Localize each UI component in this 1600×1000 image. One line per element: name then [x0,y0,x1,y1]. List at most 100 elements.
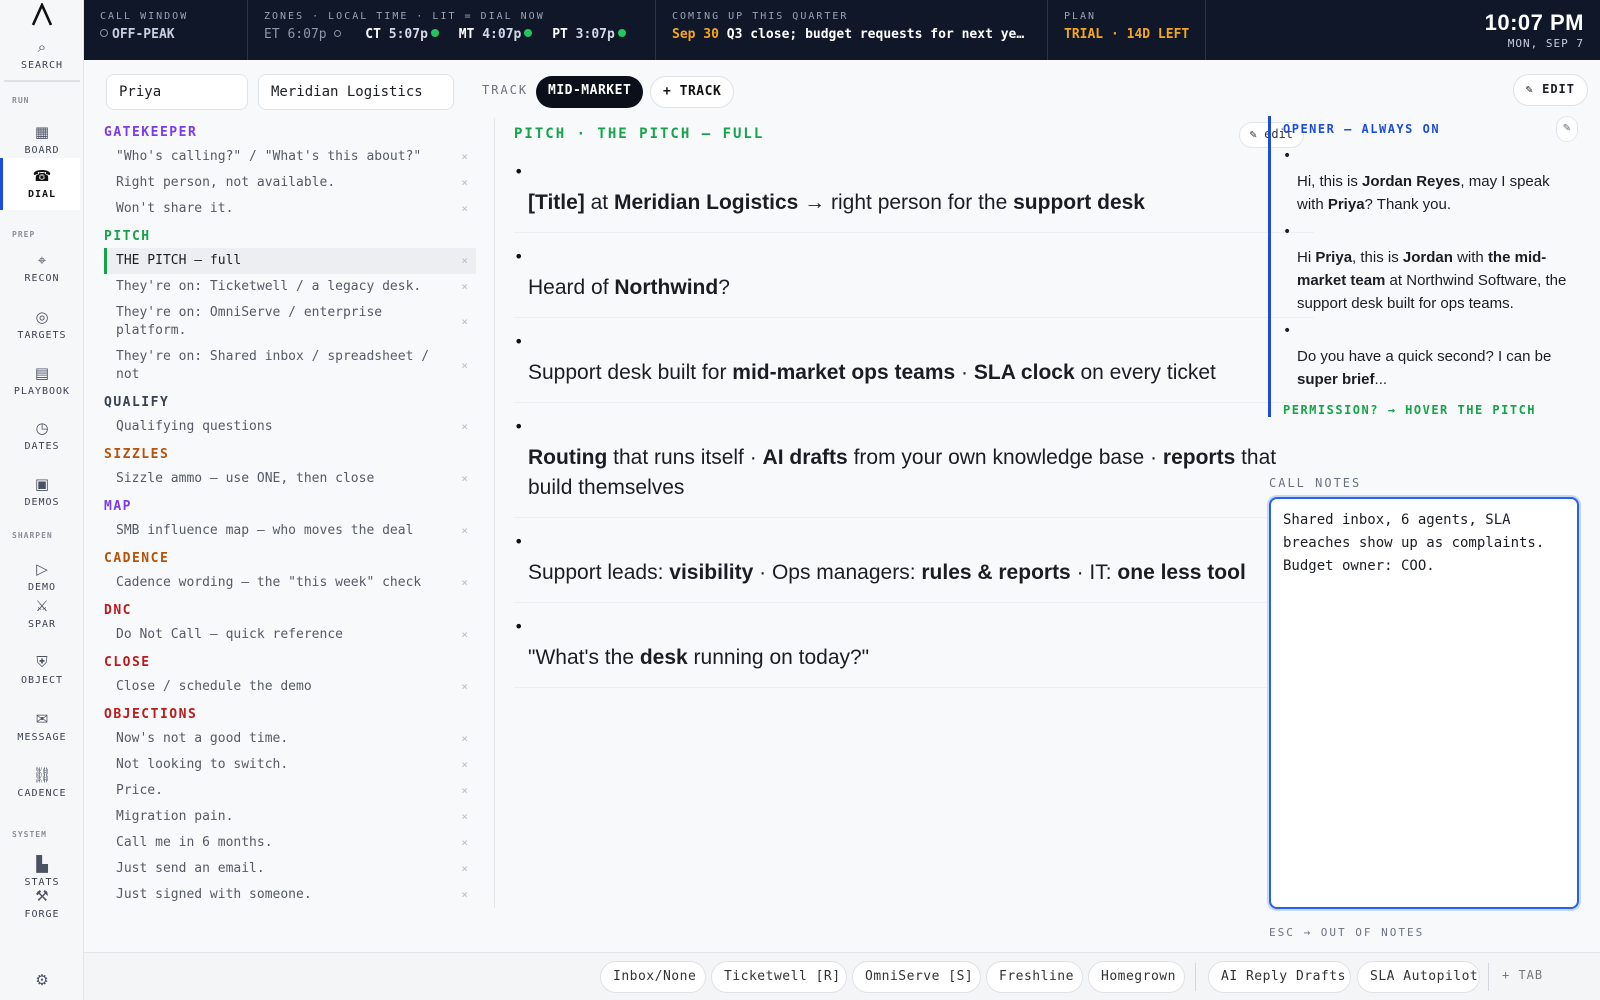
plain-text: ? [718,276,730,299]
plain-text: on every ticket [1074,361,1216,384]
sidebar-item-demos[interactable]: ▣ DEMOS [4,466,80,518]
search-icon: ⌕ [37,38,47,56]
bottom-tab-ticketwell-r[interactable]: Ticketwell [R] [711,961,847,993]
remove-icon[interactable]: × [461,756,468,774]
remove-icon[interactable]: × [461,678,468,696]
sidebar-item-label: FORGE [24,909,60,920]
bullet-dot-icon: • [514,332,524,351]
sidebar-item-label: DATES [24,441,60,452]
bottom-tab-inbox-none[interactable]: Inbox/None [600,961,706,993]
remove-icon[interactable]: × [461,782,468,800]
add-track-button[interactable]: + TRACK [650,76,735,108]
plain-text: Support leads: [528,561,670,584]
playbook-item[interactable]: Do Not Call — quick reference × [104,622,476,648]
remove-icon[interactable]: × [461,418,468,436]
sidebar-item-label: RECON [24,273,60,284]
sidebar-item-cadence[interactable]: ⛓ CADENCE [4,757,80,809]
company-name-input[interactable] [258,74,454,110]
playbook-item[interactable]: Won't share it. × [104,196,476,222]
playbook-item[interactable]: They're on: OmniServe / enterprise platf… [104,300,476,344]
playbook-icon: ▤ [34,364,50,382]
sidebar-item-message[interactable]: ✉ MESSAGE [4,701,80,753]
add-tab-button[interactable]: + TAB [1502,968,1543,982]
opener-bullet: • Hi Priya, this is Jordan with the mid-m… [1283,216,1578,315]
bullet-text: Do you have a quick second? I can be sup… [1283,345,1578,391]
playbook-item[interactable]: They're on: Ticketwell / a legacy desk. × [104,274,476,300]
opener-panel: OPENER — ALWAYS ON ✎ • Hi, this is Jordan… [1268,116,1578,417]
remove-icon[interactable]: × [461,470,468,488]
contact-name-input[interactable] [106,74,248,110]
playbook-item[interactable]: THE PITCH — full × [104,248,476,274]
bullet-text: "What's the desk running on today?" [514,643,1314,677]
remove-icon[interactable]: × [461,278,468,296]
sidebar-item-settings[interactable]: ⚙ [4,966,80,996]
remove-icon[interactable]: × [461,148,468,166]
sidebar-item-playbook[interactable]: ▤ PLAYBOOK [4,355,80,407]
call-notes-field[interactable]: Shared inbox, 6 agents, SLA breaches sho… [1269,497,1579,909]
remove-icon[interactable]: × [461,200,468,218]
playbook-item[interactable]: Price. × [104,778,476,804]
remove-icon[interactable]: × [461,357,468,375]
remove-icon[interactable]: × [461,626,468,644]
bullet-dot-icon: • [514,162,524,181]
track-chip-mid-market[interactable]: MID-MARKET [536,76,644,108]
remove-icon[interactable]: × [461,886,468,904]
remove-icon[interactable]: × [461,174,468,192]
playbook-item[interactable]: Qualifying questions × [104,414,476,440]
plain-text: → right person for the [798,191,1014,214]
playbook-item-label: Do Not Call — quick reference [116,627,343,642]
playbook-item-label: Call me in 6 months. [116,835,273,850]
playbook-item[interactable]: Sizzle ammo — use ONE, then close × [104,466,476,492]
remove-icon[interactable]: × [461,808,468,826]
playbook-item[interactable]: Not looking to switch. × [104,752,476,778]
remove-icon[interactable]: × [461,730,468,748]
bottom-tab-freshline[interactable]: Freshline [986,961,1083,993]
bottom-tab-bar: Inbox/None Ticketwell [R] OmniServe [S] Fre… [84,952,1600,1000]
coming-up-panel[interactable]: COMING UP THIS QUARTER Sep 30 Q3 close; … [656,0,1048,60]
playbook-item[interactable]: Right person, not available. × [104,170,476,196]
opener-edit-icon[interactable]: ✎ [1556,116,1578,142]
dial-icon: ☎ [32,167,52,185]
sidebar-item-dates[interactable]: ◷ DATES [4,410,80,462]
playbook-item[interactable]: "Who's calling?" / "What's this about?" × [104,144,476,170]
edit-button[interactable]: ✎ EDIT [1512,74,1588,106]
playbook-item[interactable]: They're on: Shared inbox / spreadsheet /… [104,344,476,388]
remove-icon[interactable]: × [461,574,468,592]
sidebar-item-forge[interactable]: ⚒ FORGE [4,878,80,930]
pitch-panel: PITCH · THE PITCH — FULL ✎ edit • [Title]… [514,122,1314,688]
playbook-item[interactable]: Close / schedule the demo × [104,674,476,700]
remove-icon[interactable]: × [461,252,468,270]
plan-panel[interactable]: PLAN TRIAL · 14D LEFT [1048,0,1206,60]
playbook-item[interactable]: Call me in 6 months. × [104,830,476,856]
playbook-item[interactable]: SMB influence map — who moves the deal × [104,518,476,544]
playbook-item[interactable]: Just send an email. × [104,856,476,882]
playbook-item[interactable]: Just signed with someone. × [104,882,476,908]
zones-label: ZONES · LOCAL TIME · LIT = DIAL NOW [264,11,545,22]
playbook-item[interactable]: Now's not a good time. × [104,726,476,752]
sidebar-item-recon[interactable]: ⌖ RECON [4,242,80,294]
bottom-tab-sla-autopilot[interactable]: SLA Autopilot [1357,961,1480,993]
playbook-item[interactable]: Cadence wording — the "this week" check × [104,570,476,596]
zone-et-status-icon [334,30,342,37]
playbook-item[interactable]: Migration pain. × [104,804,476,830]
sidebar-item-targets[interactable]: ◎ TARGETS [4,299,80,351]
sidebar-item-search[interactable]: ⌕ SEARCH [4,30,80,82]
sidebar-item-dial[interactable]: ☎ DIAL [0,158,80,210]
sidebar-item-label: BOARD [24,145,60,156]
sidebar-item-spar[interactable]: ⚔ SPAR [4,588,80,640]
emphasis-text: desk [639,646,688,669]
demo-icon: ▷ [36,560,48,578]
bottom-tab-homegrown[interactable]: Homegrown [1088,961,1185,993]
opener-footer: PERMISSION? → HOVER THE PITCH [1283,403,1537,417]
remove-icon[interactable]: × [461,860,468,878]
tab-group-divider [1195,963,1196,991]
remove-icon[interactable]: × [461,522,468,540]
category-close: CLOSE [104,655,151,670]
bottom-tab-omniserve-s[interactable]: OmniServe [S] [852,961,981,993]
sidebar-item-object[interactable]: ⛨ OBJECT [4,644,80,696]
remove-icon[interactable]: × [461,313,468,331]
sidebar-item-label: OBJECT [20,675,64,686]
remove-icon[interactable]: × [461,834,468,852]
bottom-tab-ai-reply-drafts[interactable]: AI Reply Drafts [1208,961,1351,993]
app-logo[interactable] [0,0,83,30]
